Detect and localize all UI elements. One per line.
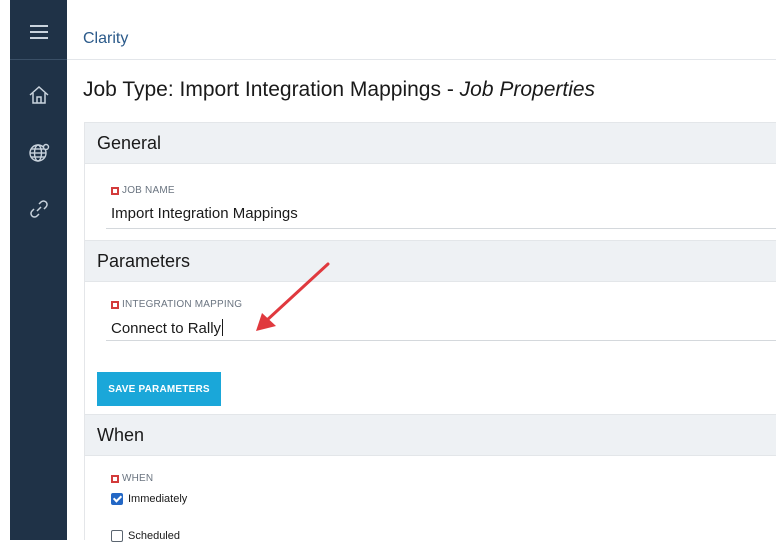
immediately-label: Immediately (128, 493, 188, 505)
job-properties-panel: General JOB NAME Import Integration Mapp… (84, 122, 776, 542)
integration-mapping-field[interactable]: Connect to Rally (111, 319, 224, 337)
section-header-parameters: Parameters (85, 240, 776, 282)
job-name-label-text: JOB NAME (122, 185, 175, 196)
scheduled-checkbox[interactable] (111, 530, 123, 542)
page-title-suffix: Job Properties (459, 78, 596, 101)
section-header-when: When (85, 414, 776, 456)
section-title-when: When (97, 425, 145, 445)
app-name-link[interactable]: Clarity (83, 30, 128, 48)
required-icon (111, 474, 119, 483)
page-title-prefix: Job Type: Import Integration Mappings - (83, 78, 460, 101)
sidebar-divider (10, 59, 67, 60)
when-label-text: WHEN (122, 473, 154, 484)
immediately-checkbox[interactable] (111, 493, 123, 505)
section-title-general: General (97, 133, 162, 153)
required-icon (111, 300, 119, 309)
scheduled-option[interactable]: Scheduled (111, 530, 180, 542)
header-divider (67, 59, 776, 60)
immediately-option[interactable]: Immediately (111, 493, 187, 505)
integration-mapping-underline (106, 340, 776, 341)
link-icon[interactable] (10, 196, 67, 222)
text-cursor (222, 319, 224, 336)
section-title-parameters: Parameters (97, 251, 191, 271)
page-title: Job Type: Import Integration Mappings - … (83, 78, 595, 102)
left-gutter (0, 0, 10, 540)
menu-icon[interactable] (10, 20, 67, 44)
integration-mapping-label-text: INTEGRATION MAPPING (122, 299, 243, 310)
job-name-field[interactable]: Import Integration Mappings (111, 205, 298, 222)
job-name-underline (106, 228, 776, 229)
job-name-label: JOB NAME (111, 185, 175, 196)
home-icon[interactable] (10, 82, 67, 108)
globe-icon[interactable] (10, 140, 67, 166)
scheduled-label: Scheduled (128, 530, 180, 542)
integration-mapping-value: Connect to Rally (111, 320, 222, 337)
sidebar (10, 0, 67, 540)
when-label: WHEN (111, 473, 153, 484)
save-parameters-button[interactable]: SAVE PARAMETERS (97, 372, 221, 406)
integration-mapping-label: INTEGRATION MAPPING (111, 299, 242, 310)
section-header-general: General (85, 122, 776, 164)
required-icon (111, 186, 119, 195)
